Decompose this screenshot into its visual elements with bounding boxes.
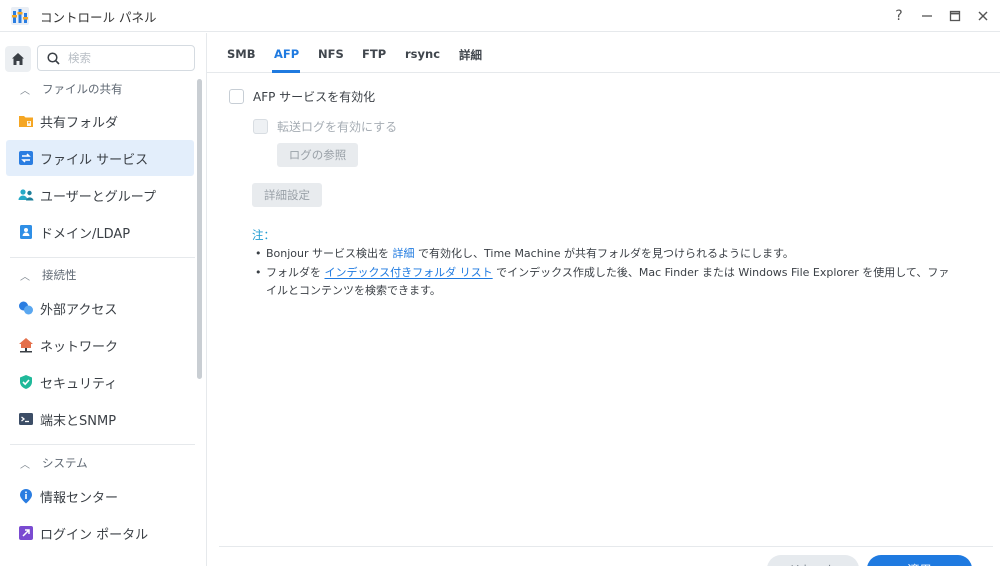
tab-ftp[interactable]: FTP bbox=[362, 47, 386, 61]
sidebar-scrollbar[interactable] bbox=[197, 79, 202, 379]
sidebar-item-label: ユーザーとグループ bbox=[40, 189, 156, 205]
maximize-icon bbox=[949, 10, 961, 22]
transfer-log-checkbox[interactable] bbox=[253, 119, 268, 134]
sidebar-item-users-groups[interactable]: ユーザーとグループ bbox=[6, 177, 194, 213]
note-item: • フォルダを インデックス付きフォルダ リスト でインデックス作成した後、Mac… bbox=[255, 264, 949, 280]
sidebar-item-domain-ldap[interactable]: ドメイン/LDAP bbox=[6, 214, 194, 250]
transfer-log-label: 転送ログを有効にする bbox=[277, 120, 398, 134]
sidebar-item-terminal-snmp[interactable]: 端末とSNMP bbox=[6, 401, 194, 437]
home-button[interactable] bbox=[5, 46, 31, 72]
control-panel-icon bbox=[11, 7, 29, 25]
terminal-icon bbox=[19, 413, 33, 425]
users-icon bbox=[18, 189, 34, 201]
search-icon bbox=[47, 51, 60, 65]
note-text: Bonjour サービス検出を bbox=[266, 247, 393, 260]
advanced-link[interactable]: 詳細 bbox=[393, 247, 415, 260]
active-tab-indicator bbox=[272, 70, 300, 73]
close-icon bbox=[978, 11, 988, 21]
tab-rsync[interactable]: rsync bbox=[405, 47, 440, 61]
tab-advanced[interactable]: 詳細 bbox=[459, 47, 482, 63]
tab-afp[interactable]: AFP bbox=[274, 47, 299, 61]
transfer-log-row[interactable]: 転送ログを有効にする bbox=[253, 118, 397, 135]
tab-nfs[interactable]: NFS bbox=[318, 47, 344, 61]
sidebar-item-file-services[interactable]: ファイル サービス bbox=[6, 140, 194, 176]
divider bbox=[10, 257, 195, 258]
close-button[interactable] bbox=[971, 4, 995, 28]
search-input[interactable] bbox=[68, 51, 188, 65]
sidebar-item-shared-folder[interactable]: 共有フォルダ bbox=[6, 103, 194, 139]
info-icon bbox=[20, 489, 32, 504]
footer-divider bbox=[219, 546, 993, 547]
note-text: イルとコンテンツを検索できます。 bbox=[266, 284, 441, 297]
control-panel-window: コントロール パネル ? ︿ ファイルの共有 共有フォルダ bbox=[0, 0, 1000, 566]
sidebar-item-info-center[interactable]: 情報センター bbox=[6, 478, 194, 514]
reset-button[interactable]: リセット bbox=[767, 555, 859, 566]
login-portal-icon bbox=[19, 526, 33, 540]
file-services-icon bbox=[19, 151, 33, 165]
sidebar-item-label: ログイン ポータル bbox=[40, 527, 149, 543]
sidebar-item-label: ドメイン/LDAP bbox=[40, 226, 131, 242]
network-icon bbox=[19, 338, 33, 353]
note-text: フォルダを bbox=[266, 266, 325, 279]
sidebar-item-label: 端末とSNMP bbox=[40, 413, 117, 429]
maximize-button[interactable] bbox=[943, 4, 967, 28]
domain-icon bbox=[20, 225, 32, 239]
section-connectivity[interactable]: ︿ 接続性 bbox=[20, 265, 77, 285]
enable-afp-row[interactable]: AFP サービスを有効化 bbox=[229, 88, 375, 105]
tab-smb[interactable]: SMB bbox=[227, 47, 256, 61]
indexed-folder-list-link[interactable]: インデックス付きフォルダ リスト bbox=[325, 266, 493, 279]
help-button[interactable]: ? bbox=[887, 4, 911, 28]
shield-icon bbox=[20, 375, 32, 389]
search-box bbox=[37, 45, 195, 71]
sidebar-item-external-access[interactable]: 外部アクセス bbox=[6, 290, 194, 326]
apply-button[interactable]: 適用 bbox=[867, 555, 972, 566]
sidebar: ︿ ファイルの共有 共有フォルダ ファイル サービス ユーザーとグループ ドメイ… bbox=[0, 33, 207, 566]
sidebar-item-login-portal[interactable]: ログイン ポータル bbox=[6, 515, 194, 551]
chevron-up-icon: ︿ bbox=[20, 271, 30, 283]
tab-bar: SMB AFP NFS FTP rsync 詳細 bbox=[207, 33, 1000, 73]
bullet: • bbox=[255, 247, 262, 260]
section-system[interactable]: ︿ システム bbox=[20, 453, 88, 473]
chevron-up-icon: ︿ bbox=[20, 85, 30, 97]
sidebar-item-label: ネットワーク bbox=[40, 339, 119, 355]
advanced-settings-button[interactable]: 詳細設定 bbox=[252, 183, 322, 207]
view-log-button[interactable]: ログの参照 bbox=[277, 143, 358, 167]
home-icon bbox=[12, 53, 24, 65]
sidebar-item-label: 共有フォルダ bbox=[40, 115, 119, 131]
sidebar-item-network[interactable]: ネットワーク bbox=[6, 327, 194, 363]
minimize-button[interactable] bbox=[915, 4, 939, 28]
note-item: • Bonjour サービス検出を 詳細 で有効化し、Time Machine が… bbox=[255, 245, 794, 261]
section-title: ファイルの共有 bbox=[42, 82, 123, 96]
sidebar-item-security[interactable]: セキュリティ bbox=[6, 364, 194, 400]
bullet: • bbox=[255, 266, 262, 279]
enable-afp-label: AFP サービスを有効化 bbox=[253, 90, 376, 104]
sidebar-item-label: ファイル サービス bbox=[40, 152, 149, 168]
section-title: システム bbox=[42, 456, 88, 470]
minimize-icon bbox=[922, 15, 932, 17]
enable-afp-checkbox[interactable] bbox=[229, 89, 244, 104]
section-title: 接続性 bbox=[42, 268, 77, 282]
window-title: コントロール パネル bbox=[40, 10, 157, 25]
external-access-icon bbox=[19, 301, 33, 315]
folder-icon bbox=[19, 116, 33, 127]
title-bar: コントロール パネル ? bbox=[0, 0, 1000, 32]
chevron-up-icon: ︿ bbox=[20, 459, 30, 471]
note-item-continued: イルとコンテンツを検索できます。 bbox=[266, 282, 441, 298]
note-text: で有効化し、Time Machine が共有フォルダを見つけられるようにします。 bbox=[414, 247, 794, 260]
note-title: 注： bbox=[252, 228, 275, 242]
section-file-sharing[interactable]: ︿ ファイルの共有 bbox=[20, 79, 123, 99]
sidebar-item-label: 情報センター bbox=[40, 490, 119, 506]
sidebar-item-label: セキュリティ bbox=[40, 376, 118, 392]
sidebar-item-label: 外部アクセス bbox=[40, 302, 118, 318]
note-text: でインデックス作成した後、Mac Finder または Windows File… bbox=[492, 266, 950, 279]
divider bbox=[10, 444, 195, 445]
